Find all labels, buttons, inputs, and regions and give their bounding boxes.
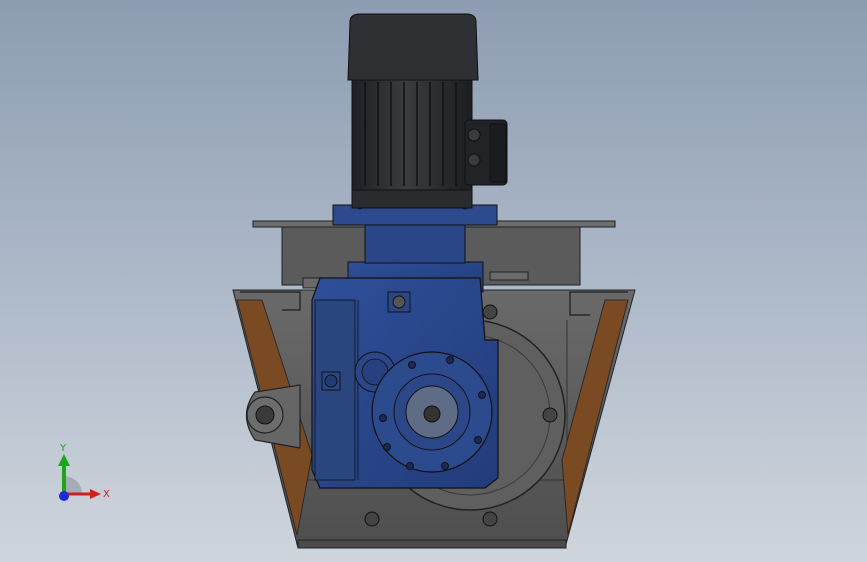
triad-arc	[64, 476, 82, 494]
z-axis-dot	[59, 491, 69, 501]
torque-arm	[245, 384, 301, 449]
y-axis-label: Y	[59, 443, 67, 454]
coordinate-triad: Y X	[58, 443, 110, 501]
output-shaft	[423, 405, 441, 423]
bolt-hole	[364, 511, 380, 527]
bolt-hole	[482, 511, 498, 527]
cad-viewport[interactable]: Y X	[0, 0, 867, 562]
x-axis-label: X	[103, 489, 110, 500]
cad-model-view[interactable]	[0, 0, 867, 562]
gearbox	[311, 261, 499, 489]
x-axis-arrowhead	[90, 489, 101, 499]
bolt-hole	[482, 304, 498, 320]
electric-motor	[347, 13, 508, 209]
y-axis-arrowhead	[58, 454, 70, 466]
bolt-hole	[542, 407, 558, 423]
